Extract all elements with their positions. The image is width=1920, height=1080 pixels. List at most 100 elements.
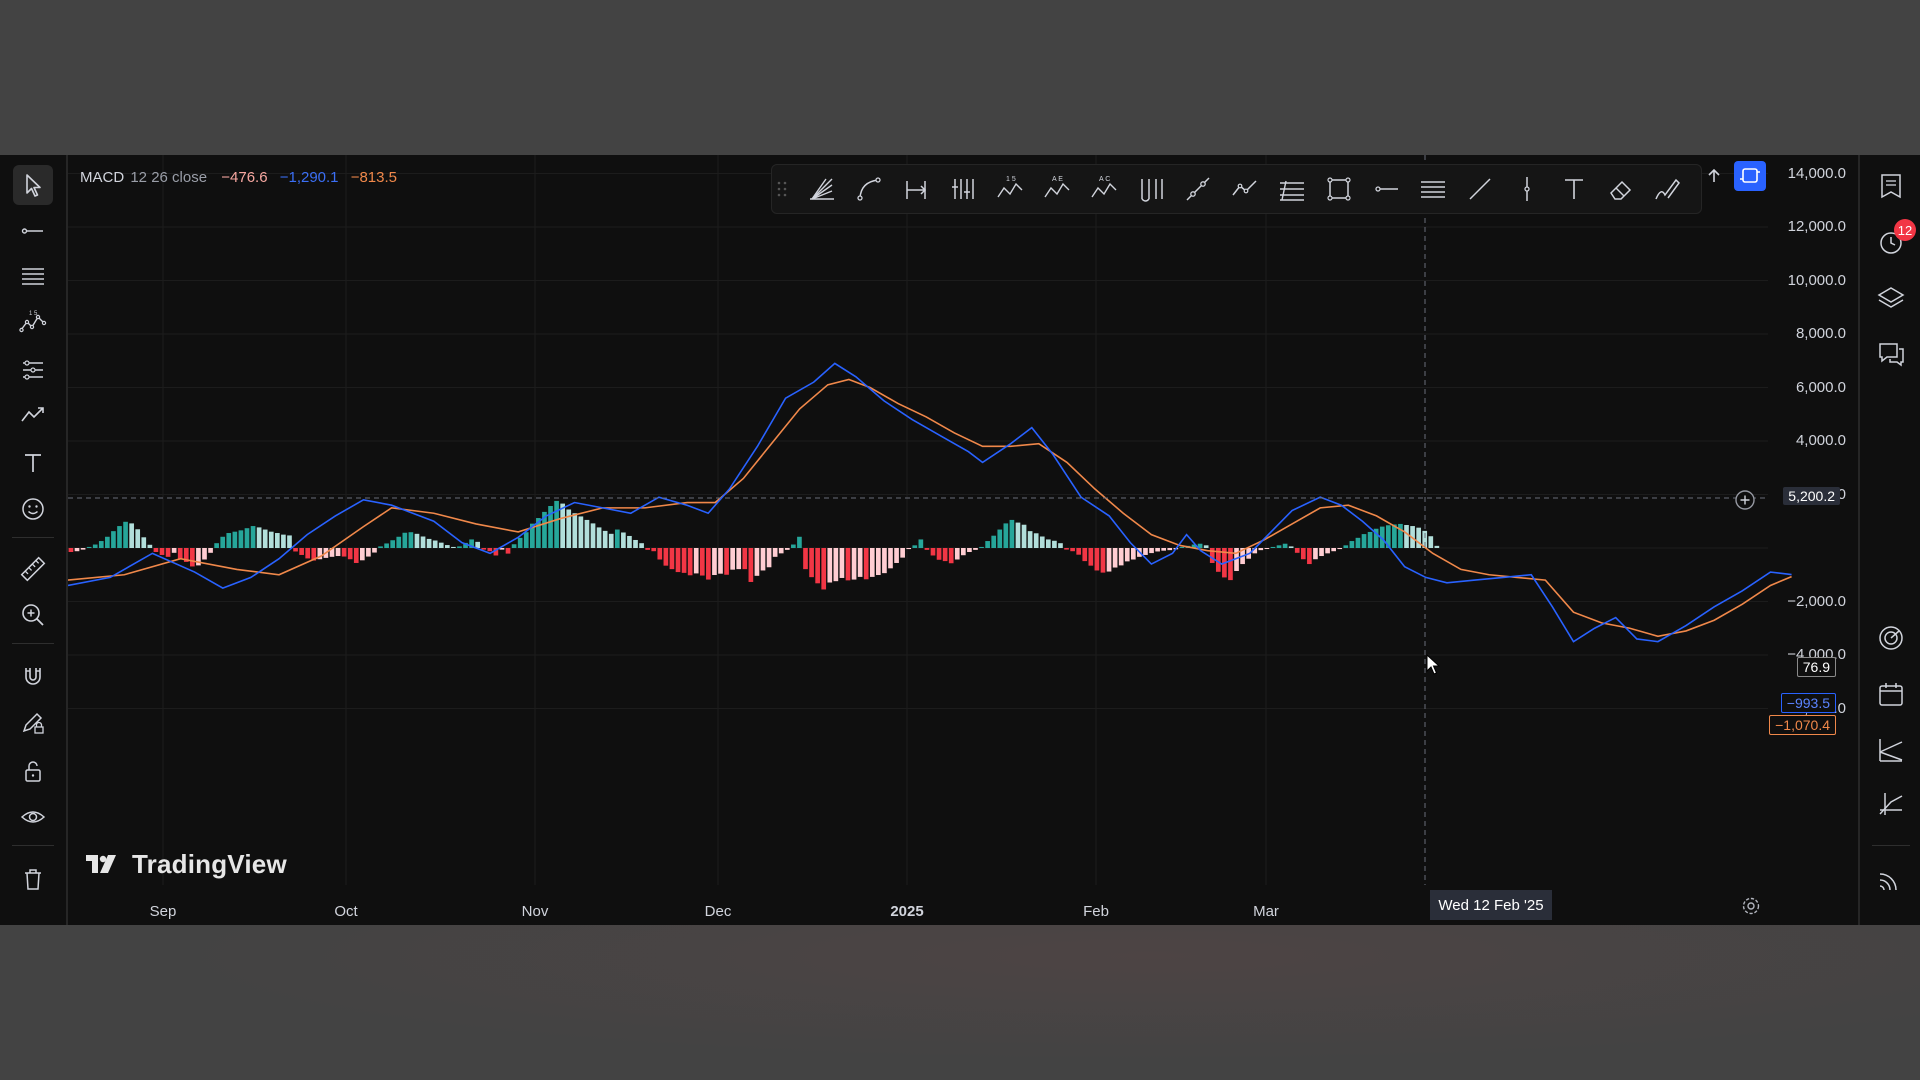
cursor-tool[interactable] [13, 165, 53, 205]
parallel-channel-tool[interactable] [1417, 173, 1449, 205]
logo-text: TradingView [132, 848, 287, 879]
trend-line-tool[interactable] [1464, 173, 1496, 205]
histogram-bar [724, 548, 729, 575]
macd-chart-pane[interactable]: MACD 12 26 close −476.6 −1,290.1 −813.5 … [68, 155, 1858, 925]
histogram-bar [1288, 546, 1294, 548]
calendar-button[interactable] [1874, 677, 1908, 711]
pitchfork-tool[interactable] [1276, 173, 1308, 205]
trading-ideas-button[interactable] [1874, 733, 1908, 767]
histogram-bar [906, 548, 912, 550]
trend-line-tool[interactable] [13, 211, 53, 251]
histogram-bar [882, 548, 887, 574]
eraser-tool[interactable] [1605, 173, 1637, 205]
remove-drawings-tool[interactable] [13, 859, 53, 899]
price-range-tool[interactable] [947, 173, 979, 205]
arc-tool[interactable] [853, 173, 885, 205]
sync-icon [1740, 168, 1760, 183]
histogram-bar [876, 548, 881, 576]
histogram-bar [760, 548, 766, 571]
histogram-bar [833, 548, 839, 582]
histogram-bar [1124, 548, 1130, 562]
text-tool[interactable] [13, 443, 53, 483]
time-axis-label: Sep [149, 903, 177, 920]
cycle-lines-tool[interactable] [1135, 173, 1167, 205]
rectangle-tool[interactable] [1323, 173, 1355, 205]
histogram-bar [1009, 519, 1015, 548]
object-tree-button[interactable] [1874, 281, 1908, 315]
histogram-bar [657, 548, 663, 560]
histogram-bar [1428, 536, 1434, 548]
polyline-tool[interactable] [1229, 173, 1261, 205]
channel-icon [1421, 181, 1445, 198]
crosshair-price-badge: 5,200.2 [1783, 487, 1840, 505]
toolbar-separator [12, 845, 54, 846]
scroll-up-button[interactable] [1700, 163, 1728, 189]
desktop-background [0, 925, 1920, 1080]
histogram-bar [444, 545, 450, 548]
corrective-wave-tool[interactable]: A C [1088, 173, 1120, 205]
chart-canvas[interactable] [68, 155, 1858, 925]
histogram-bar [693, 548, 699, 574]
histogram-bar [92, 544, 98, 548]
horizontal-ray-tool[interactable] [1370, 173, 1402, 205]
hide-drawings-tool[interactable] [13, 797, 53, 837]
magnet-tool[interactable] [13, 655, 53, 695]
histogram-bar [706, 548, 711, 580]
watchlist-button[interactable] [1874, 169, 1908, 203]
screener-button[interactable] [1874, 787, 1908, 821]
time-axis-label: Oct [334, 903, 358, 920]
projection-icon [23, 360, 43, 380]
sync-drawings-button[interactable] [1734, 161, 1766, 191]
histogram-bar [554, 500, 559, 548]
forecast-tool[interactable] [13, 349, 53, 389]
extended-line-tool[interactable] [1182, 173, 1214, 205]
fib-tool[interactable] [13, 257, 53, 297]
chart-settings-gear-icon[interactable] [1740, 895, 1762, 917]
brush-tool[interactable] [13, 395, 53, 435]
histogram-bar [924, 548, 930, 550]
histogram-bar [888, 548, 893, 569]
extended-line-icon [1186, 177, 1210, 201]
elliott-wave-tool[interactable]: A E [1041, 173, 1073, 205]
pattern-tool[interactable]: 1 5 [13, 303, 53, 343]
broadcast-button[interactable] [1874, 861, 1908, 895]
histogram-bar [1130, 548, 1136, 560]
measure-tool[interactable] [13, 549, 53, 589]
chats-button[interactable] [1874, 337, 1908, 371]
brush-tool[interactable] [1652, 173, 1684, 205]
histogram-bar [74, 548, 80, 552]
histogram-bar [839, 548, 845, 578]
add-alert-plus-icon[interactable] [1734, 489, 1756, 511]
date-range-tool[interactable] [900, 173, 932, 205]
histogram-bar [1343, 545, 1349, 548]
histogram-bar [451, 546, 456, 548]
tradingview-mark-icon [86, 855, 116, 873]
zoom-in-tool[interactable] [13, 595, 53, 635]
histogram-bar [1033, 533, 1039, 548]
histogram-bar [560, 503, 566, 548]
drag-handle[interactable] [774, 173, 790, 205]
icon-tool[interactable] [13, 489, 53, 529]
indicator-legend[interactable]: MACD 12 26 close −476.6 −1,290.1 −813.5 [80, 169, 397, 186]
histogram-bar [778, 548, 784, 554]
histogram-bar [851, 548, 857, 580]
technicals-button[interactable] [1874, 621, 1908, 655]
price-axis-label: 14,000.0 [1787, 164, 1846, 182]
histogram-bar [432, 540, 438, 548]
lock-drawings-tool[interactable] [13, 751, 53, 791]
vertical-line-tool[interactable] [1511, 173, 1543, 205]
histogram-bar [268, 531, 274, 548]
cycle-lines-icon [1141, 179, 1163, 202]
histogram-bar [1331, 548, 1336, 552]
histogram-bar [675, 548, 681, 573]
histogram-bar [366, 548, 371, 557]
left-drawing-toolbar: 1 5 [0, 155, 68, 925]
time-axis-label: Feb [1083, 903, 1109, 920]
histogram-bar [1149, 548, 1154, 554]
text-tool[interactable] [1558, 173, 1590, 205]
fan-tool[interactable] [806, 173, 838, 205]
toolbar-separator [1872, 845, 1910, 846]
abcd-pattern-tool[interactable]: 1 5 [994, 173, 1026, 205]
signal-value: −813.5 [350, 169, 397, 186]
stay-in-drawing-mode-tool[interactable] [13, 703, 53, 743]
